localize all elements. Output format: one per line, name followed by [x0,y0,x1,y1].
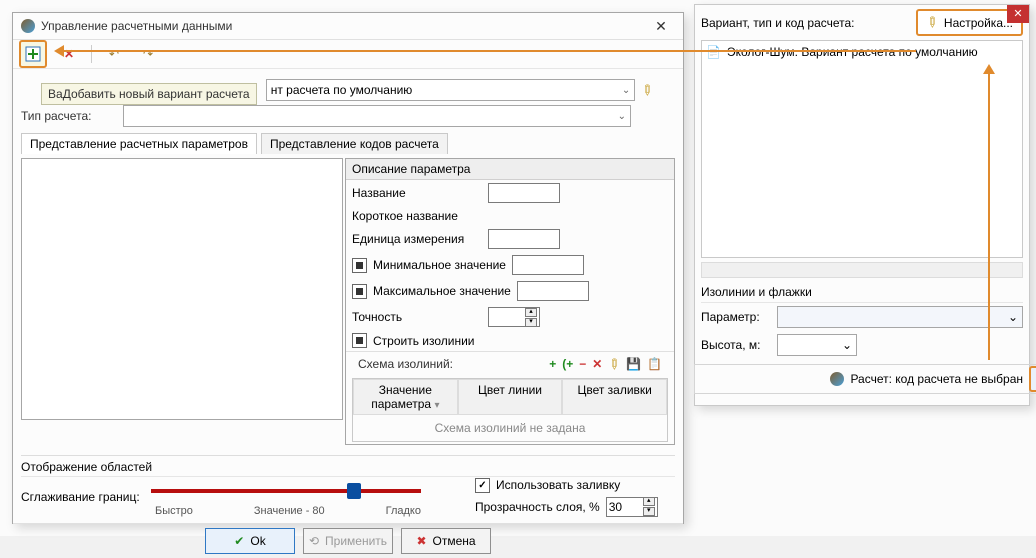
fill-label: Использовать заливку [496,478,620,492]
smoothing-slider[interactable] [151,481,421,501]
tab-params[interactable]: Представление расчетных параметров [21,133,257,154]
iso-th-value[interactable]: Значение параметра ▾ [353,379,458,415]
iso-save-icon[interactable]: 💾 [626,357,641,371]
short-label: Короткое название [352,209,482,223]
cancel-button[interactable]: ✖Отмена [401,528,491,554]
iso-th-fill[interactable]: Цвет заливки [562,379,667,415]
param-label: Параметр: [701,310,771,324]
max-label: Максимальное значение [373,284,511,298]
add-variant-button[interactable] [19,40,47,68]
max-input[interactable] [517,281,589,301]
min-input[interactable] [512,255,584,275]
variant-list[interactable]: 📄 Эколог-Шум. Вариант расчета по умолчан… [701,40,1023,258]
min-checkbox[interactable] [352,258,367,273]
height-dropdown[interactable]: ⌄ [777,334,857,356]
tabs: Представление расчетных параметров Предс… [13,129,683,154]
add-variant-tooltip: ВаДобавить новый вариант расчета [41,83,257,105]
ok-button[interactable]: ✔Ok [205,528,295,554]
iso-th-line[interactable]: Цвет линии [458,379,563,415]
type-label: Тип расчета: [21,109,117,123]
params-list[interactable] [21,158,343,420]
tab-codes[interactable]: Представление кодов расчета [261,133,448,154]
iso-empty: Схема изолиний не задана [353,415,667,441]
dialog-toolbar: ✕ ↶ ↷ [13,40,683,69]
chevron-down-icon: ⌄ [842,338,852,352]
dialog-titlebar: Управление расчетными данными ✕ [13,13,683,40]
apply-button[interactable]: ⟲Применить [303,528,393,554]
slider-thumb[interactable] [347,483,361,499]
redo-button[interactable]: ↷ [136,42,160,66]
precision-spinner[interactable]: ▴▾ [488,307,540,327]
min-label: Минимальное значение [373,258,506,272]
iso-remove-icon[interactable]: − [579,357,586,371]
iso-add-icon[interactable]: + [549,357,556,371]
param-dropdown[interactable]: ⌄ [777,306,1023,328]
calc-status-label: Расчет: код расчета не выбран [850,372,1023,386]
chevron-down-icon: ⌄ [1008,310,1018,324]
iso-delete-icon[interactable]: ✕ [592,357,602,371]
app-logo-icon [21,19,35,33]
chevron-down-icon: ⌄ [618,111,626,122]
chevron-down-icon: ⌄ [622,85,630,96]
areas-title: Отображение областей [21,460,675,477]
fill-checkbox[interactable]: ✓ [475,478,490,493]
unit-input[interactable] [488,229,560,249]
iso-checkbox[interactable] [352,333,367,348]
calc-dropdown-button[interactable]: ⌄ [1029,366,1036,392]
slider-value: Значение - 80 [254,505,325,517]
variant-dropdown[interactable]: нт расчета по умолчанию ⌄ [266,79,636,101]
panel-close-button[interactable]: ✕ [1007,5,1029,23]
slider-smooth: Гладко [386,505,421,517]
smoothing-label: Сглаживание границ: [21,490,141,504]
iso-table: Значение параметра ▾ Цвет линии Цвет зал… [352,378,668,442]
app-logo-icon [830,372,844,386]
unit-label: Единица измерения [352,232,482,246]
iso-copy-icon[interactable]: 📋 [647,357,662,371]
manage-calc-data-dialog: Управление расчетными данными ✕ ✕ ↶ ↷ Ва… [12,12,684,524]
horizontal-scrollbar[interactable] [701,262,1023,278]
iso-edit-icon[interactable]: ✎ [604,354,624,374]
name-input[interactable] [488,183,560,203]
iso-add-multi-icon[interactable]: (+ [562,357,573,371]
dialog-title: Управление расчетными данными [41,19,647,33]
opacity-label: Прозрачность слоя, % [475,500,600,514]
iso-scheme-label: Схема изолиний: [352,355,459,373]
prec-label: Точность [352,310,482,324]
dialog-close-button[interactable]: ✕ [647,18,675,35]
document-icon: 📄 [706,45,721,59]
param-editor: Описание параметра Название Короткое наз… [345,158,675,445]
panel-header: Вариант, тип и код расчета: [701,16,855,30]
calc-status-bar: Расчет: код расчета не выбран ⌄ [694,364,1036,394]
type-row: Тип расчета: ⌄ [13,103,683,129]
name-label: Название [352,186,482,200]
iso-label: Строить изолинии [373,334,475,348]
param-header: Описание параметра [346,159,674,180]
list-item-label: Эколог-Шум. Вариант расчета по умолчанию [727,45,978,59]
iso-section-title: Изолинии и флажки [701,282,1023,303]
opacity-spinner[interactable]: 30▴▾ [606,497,658,517]
variant-value: нт расчета по умолчанию [271,83,413,97]
list-item[interactable]: 📄 Эколог-Шум. Вариант расчета по умолчан… [706,45,1018,59]
edit-variant-icon[interactable]: ✎ [637,80,657,100]
pencil-icon: ✎ [922,12,942,32]
height-label: Высота, м: [701,338,771,352]
max-checkbox[interactable] [352,284,367,299]
slider-fast: Быстро [155,505,193,517]
undo-button[interactable]: ↶ [102,42,126,66]
type-dropdown[interactable]: ⌄ [123,105,631,127]
calc-panel: ✕ Вариант, тип и код расчета: ✎Настройка… [694,4,1030,406]
